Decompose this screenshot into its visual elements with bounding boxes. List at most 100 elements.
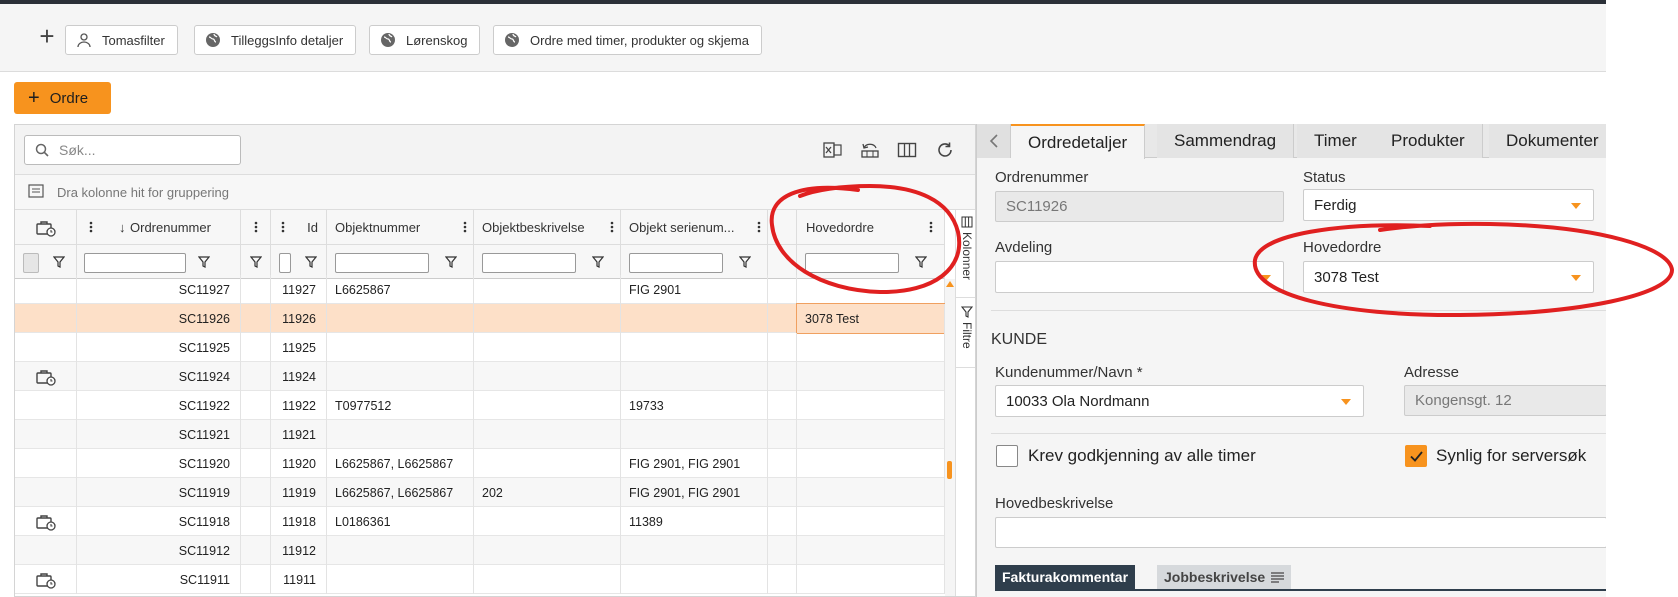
vertical-scrollbar[interactable]: [945, 279, 955, 596]
filter-serienummer-input[interactable]: [629, 253, 723, 273]
filter-checkbox[interactable]: [23, 253, 39, 273]
table-row[interactable]: SC11912 11912: [15, 536, 945, 565]
filter-chip-label: Tomasfilter: [102, 32, 165, 48]
column-menu-icon[interactable]: [89, 221, 93, 233]
filter-objektnummer-input[interactable]: [335, 253, 429, 273]
cell-icon: [15, 362, 77, 391]
hovedordre-label: Hovedordre: [1303, 239, 1382, 256]
table-row[interactable]: SC11922 11922 T0977512 19733: [15, 391, 945, 420]
table-row[interactable]: SC11918 11918 L0186361 11389: [15, 507, 945, 536]
filter-icon[interactable]: [198, 256, 210, 268]
chevron-down-icon: [1261, 275, 1271, 281]
table-row[interactable]: SC11919 11919 L6625867, L6625867 202 FIG 290…: [15, 478, 945, 507]
column-menu-icon[interactable]: [254, 221, 258, 233]
table-row[interactable]: SC11926 11926 3078 Test: [15, 303, 946, 334]
tab-jobbeskrivelse[interactable]: Jobbeskrivelse: [1157, 565, 1292, 589]
tab-produkter[interactable]: Produkter: [1374, 124, 1483, 158]
cell-objektnummer: [327, 304, 474, 333]
filter-hovedordre-input[interactable]: [805, 253, 899, 273]
table-row[interactable]: SC11920 11920 L6625867, L6625867 FIG 2901, …: [15, 449, 945, 478]
cell-spacer: [768, 304, 797, 333]
filter-icon[interactable]: [250, 256, 262, 268]
hovedbeskrivelse-field[interactable]: [995, 517, 1606, 548]
search-input[interactable]: Søk...: [24, 135, 241, 165]
status-dropdown[interactable]: Ferdig: [1303, 189, 1594, 221]
table-row[interactable]: SC11924 11924: [15, 362, 945, 391]
cell-objektnummer: T0977512: [327, 391, 474, 420]
cell-spacer: [241, 275, 271, 304]
filter-icon[interactable]: [915, 256, 927, 268]
cell-spacer: [768, 362, 797, 391]
refresh-icon[interactable]: [933, 138, 957, 162]
cell-objektnummer: [327, 362, 474, 391]
header-icon-column[interactable]: [15, 210, 77, 245]
scrollbar-thumb[interactable]: [947, 461, 952, 479]
cell-hovedordre: [797, 333, 945, 362]
columns-icon[interactable]: [895, 138, 919, 162]
column-menu-icon[interactable]: [757, 221, 761, 233]
filter-chip-tomasfilter[interactable]: Tomasfilter: [65, 25, 178, 55]
collapse-panel-button[interactable]: [977, 124, 1011, 158]
filter-icon[interactable]: [592, 256, 604, 268]
header-id[interactable]: Id: [271, 210, 327, 245]
group-panel[interactable]: Dra kolonne hit for gruppering: [15, 175, 975, 210]
filter-chip-ordre-med-timer[interactable]: Ordre med timer, produkter og skjema: [493, 25, 762, 55]
filter-cell: [797, 245, 945, 279]
header-ordrenummer[interactable]: ↓ Ordrenummer: [77, 210, 241, 245]
globe-icon: [205, 32, 221, 48]
column-menu-icon[interactable]: [281, 221, 285, 233]
filter-icon[interactable]: [305, 256, 317, 268]
kunde-dropdown[interactable]: 10033 Ola Nordmann: [995, 385, 1364, 417]
avdeling-dropdown[interactable]: [995, 261, 1284, 293]
excel-export-icon[interactable]: [821, 138, 845, 162]
filter-ordrenummer-input[interactable]: [84, 253, 186, 273]
hovedordre-dropdown[interactable]: 3078 Test: [1303, 261, 1594, 293]
column-menu-icon[interactable]: [610, 221, 614, 233]
tab-fakturakommentar[interactable]: Fakturakommentar: [995, 565, 1136, 589]
cell-hovedordre: [797, 565, 945, 594]
krev-godkjenning-checkbox[interactable]: [996, 445, 1018, 467]
globe-icon: [504, 32, 520, 48]
synlig-serversok-checkbox[interactable]: [1405, 445, 1427, 467]
table-row[interactable]: SC11921 11921: [15, 420, 945, 449]
cell-serienummer: [621, 304, 768, 333]
table-row[interactable]: SC11925 11925: [15, 333, 945, 362]
globe-icon: [380, 32, 396, 48]
synlig-serversok-label: Synlig for serversøk: [1436, 446, 1587, 465]
scroll-up-icon[interactable]: [946, 281, 954, 287]
reset-layout-icon[interactable]: [858, 138, 882, 162]
new-order-button[interactable]: + Ordre: [14, 82, 111, 114]
filter-objektbeskrivelse-input[interactable]: [482, 253, 576, 273]
table-row[interactable]: SC11911 11911: [15, 565, 945, 594]
tab-sammendrag[interactable]: Sammendrag: [1157, 124, 1295, 158]
column-menu-icon[interactable]: [463, 221, 467, 233]
chevron-down-icon: [1571, 203, 1581, 209]
tab-timer[interactable]: Timer: [1297, 124, 1375, 158]
header-hovedordre[interactable]: Hovedordre: [797, 210, 945, 245]
header-objekt-serienummer[interactable]: Objekt serienum...: [621, 210, 768, 245]
filter-icon[interactable]: [53, 256, 65, 268]
table-row[interactable]: SC11927 11927 L6625867 FIG 2901: [15, 275, 945, 304]
krev-godkjenning-label: Krev godkjenning av alle timer: [1028, 446, 1256, 465]
filter-icon[interactable]: [739, 256, 751, 268]
checkmark-icon: [1410, 451, 1423, 462]
filter-icon[interactable]: [445, 256, 457, 268]
column-menu-icon[interactable]: [929, 221, 933, 233]
filter-id-input[interactable]: [279, 253, 291, 273]
filter-icon: [961, 306, 973, 318]
add-filter-button[interactable]: +: [34, 23, 60, 50]
cell-spacer: [241, 449, 271, 478]
filter-cell: [241, 245, 271, 279]
header-objektbeskrivelse[interactable]: Objektbeskrivelse: [474, 210, 621, 245]
tab-ordredetaljer[interactable]: Ordredetaljer: [1011, 124, 1146, 159]
side-tab-kolonner[interactable]: Kolonner: [956, 210, 975, 298]
cell-serienummer: [621, 420, 768, 449]
cell-spacer: [241, 565, 271, 594]
side-tab-filtre[interactable]: Filtre: [956, 298, 975, 368]
header-objektnummer[interactable]: Objektnummer: [327, 210, 474, 245]
filter-chip-tilleggsinfo[interactable]: TilleggsInfo detaljer: [194, 25, 357, 55]
cell-objektbeskrivelse: 202: [474, 478, 621, 507]
header-spacer: [768, 210, 797, 245]
filter-chip-lorenskog[interactable]: Lørenskog: [369, 25, 481, 55]
tab-dokumenter[interactable]: Dokumenter: [1489, 124, 1606, 158]
